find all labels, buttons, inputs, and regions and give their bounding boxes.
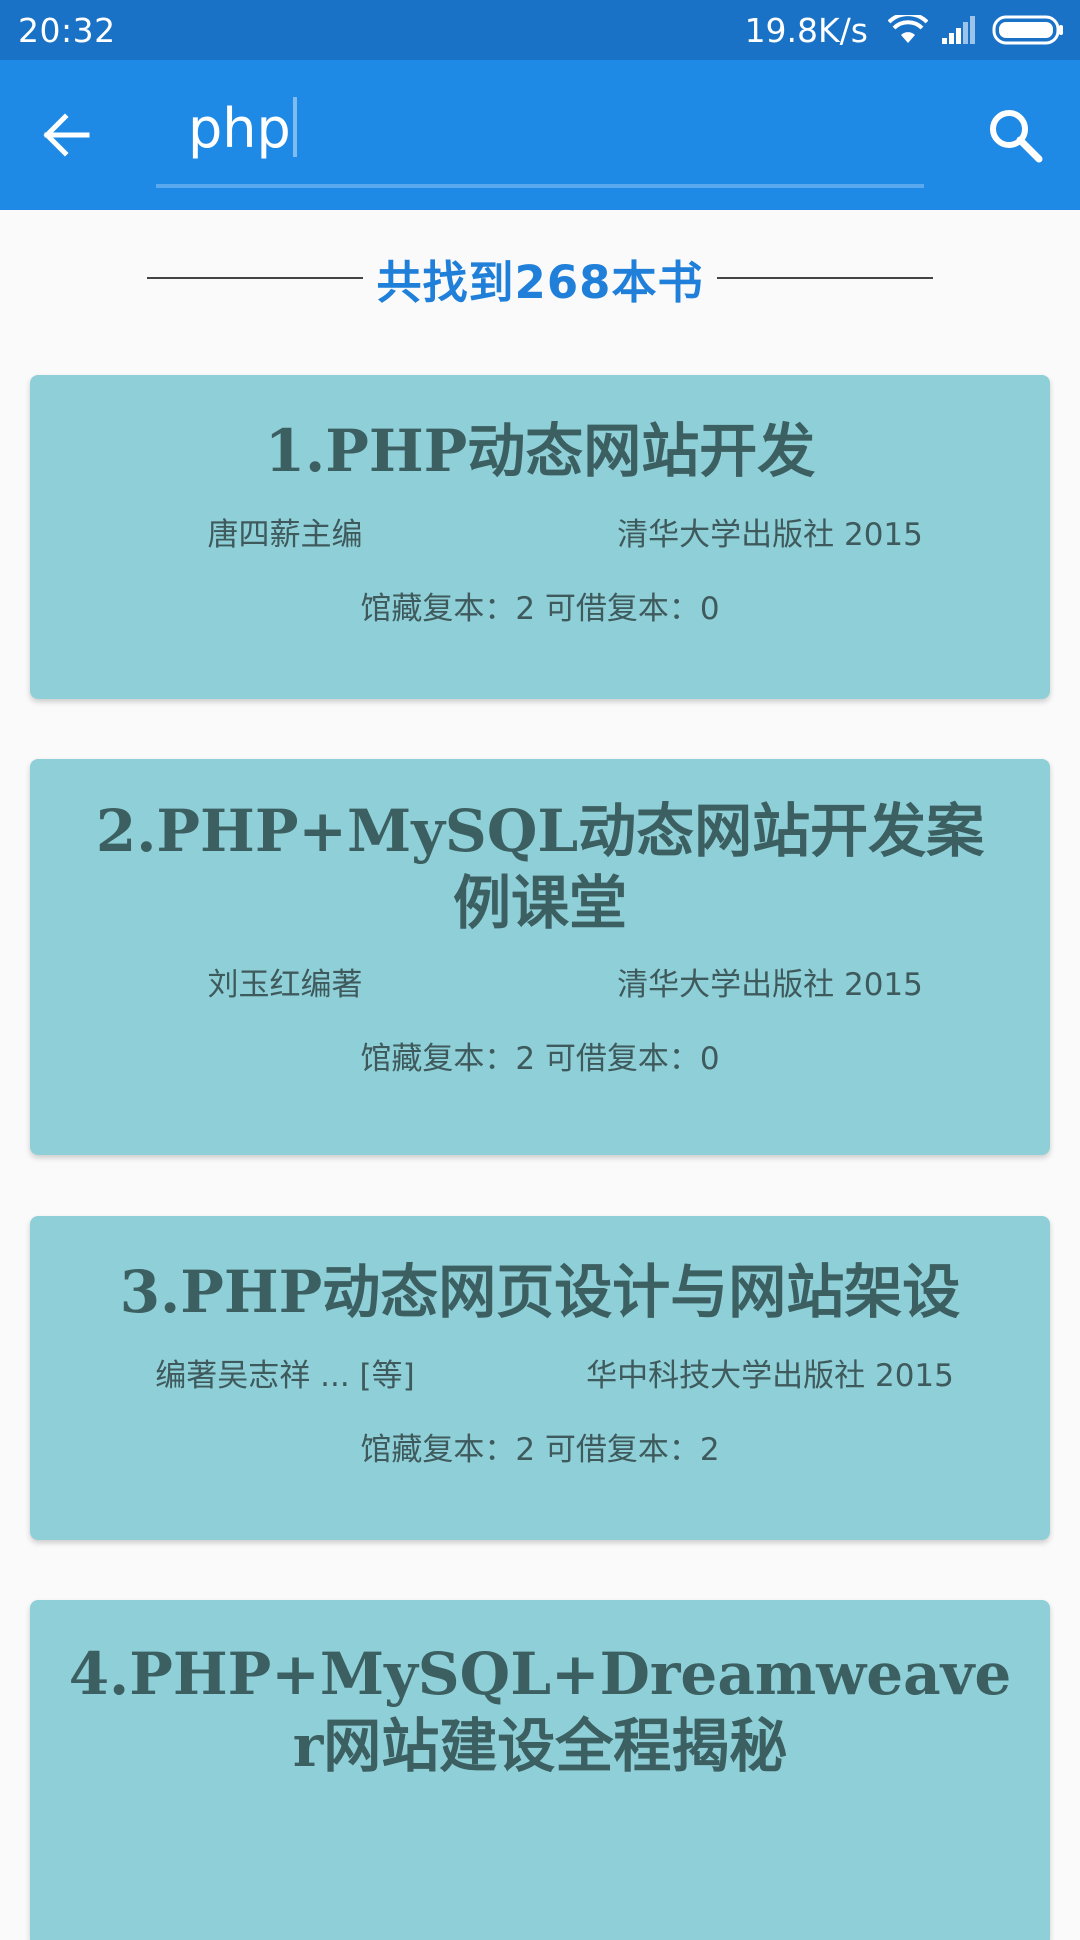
search-icon [990, 110, 1043, 163]
result-summary: 共找到268本书 [0, 210, 1080, 346]
status-icons: 19.8K/s [745, 11, 1064, 50]
book-title: 2.PHP+MySQL动态网站开发案例课堂 [95, 797, 985, 937]
search-query: php [188, 97, 291, 160]
book-publisher: 清华大学出版社 2015 [617, 967, 923, 1003]
book-meta: 编著吴志祥 ... [等] 华中科技大学出版社 2015 [30, 1350, 1050, 1394]
book-copies: 馆藏复本：2 可借复本：0 [360, 591, 720, 627]
book-card[interactable]: 4.PHP+MySQL+Dreamweaver网站建设全程揭秘 [30, 1600, 1050, 1940]
network-speed: 19.8K/s [744, 10, 868, 50]
book-publisher: 清华大学出版社 2015 [617, 517, 923, 553]
battery-icon [992, 15, 1064, 45]
status-bar: 20:32 19.8K/s [0, 0, 1080, 60]
book-title: 1.PHP动态网站开发 [264, 417, 816, 485]
search-input-container[interactable]: php [156, 60, 924, 188]
wifi-icon [888, 15, 928, 45]
book-meta: 刘玉红编著 清华大学出版社 2015 [30, 959, 1050, 1003]
book-meta: 唐四薪主编 清华大学出版社 2015 [30, 509, 1050, 553]
status-time: 20:32 [18, 10, 116, 50]
book-author: 唐四薪主编 [207, 517, 363, 553]
signal-icon [942, 16, 978, 44]
arrow-back-icon [43, 113, 90, 157]
book-title: 4.PHP+MySQL+Dreamweaver网站建设全程揭秘 [68, 1640, 1012, 1780]
search-toolbar: php [0, 60, 1080, 210]
book-card[interactable]: 2.PHP+MySQL动态网站开发案例课堂 刘玉红编著 清华大学出版社 2015… [30, 759, 1050, 1155]
result-count: 共找到268本书 [376, 255, 704, 309]
book-publisher: 华中科技大学出版社 2015 [586, 1358, 954, 1394]
search-button[interactable] [978, 98, 1052, 172]
book-copies: 馆藏复本：2 可借复本：0 [360, 1041, 720, 1077]
book-card[interactable]: 1.PHP动态网站开发 唐四薪主编 清华大学出版社 2015 馆藏复本：2 可借… [30, 375, 1050, 699]
book-card[interactable]: 3.PHP动态网页设计与网站架设 编著吴志祥 ... [等] 华中科技大学出版社… [30, 1216, 1050, 1540]
back-button[interactable] [30, 100, 100, 170]
book-author: 编著吴志祥 ... [等] [155, 1358, 415, 1394]
book-title: 3.PHP动态网页设计与网站架设 [119, 1258, 961, 1326]
divider-left [146, 277, 363, 279]
book-copies: 馆藏复本：2 可借复本：2 [360, 1432, 720, 1468]
divider-right [717, 277, 934, 279]
search-input[interactable]: php [188, 96, 297, 162]
book-author: 刘玉红编著 [207, 967, 363, 1003]
text-caret [292, 97, 297, 157]
